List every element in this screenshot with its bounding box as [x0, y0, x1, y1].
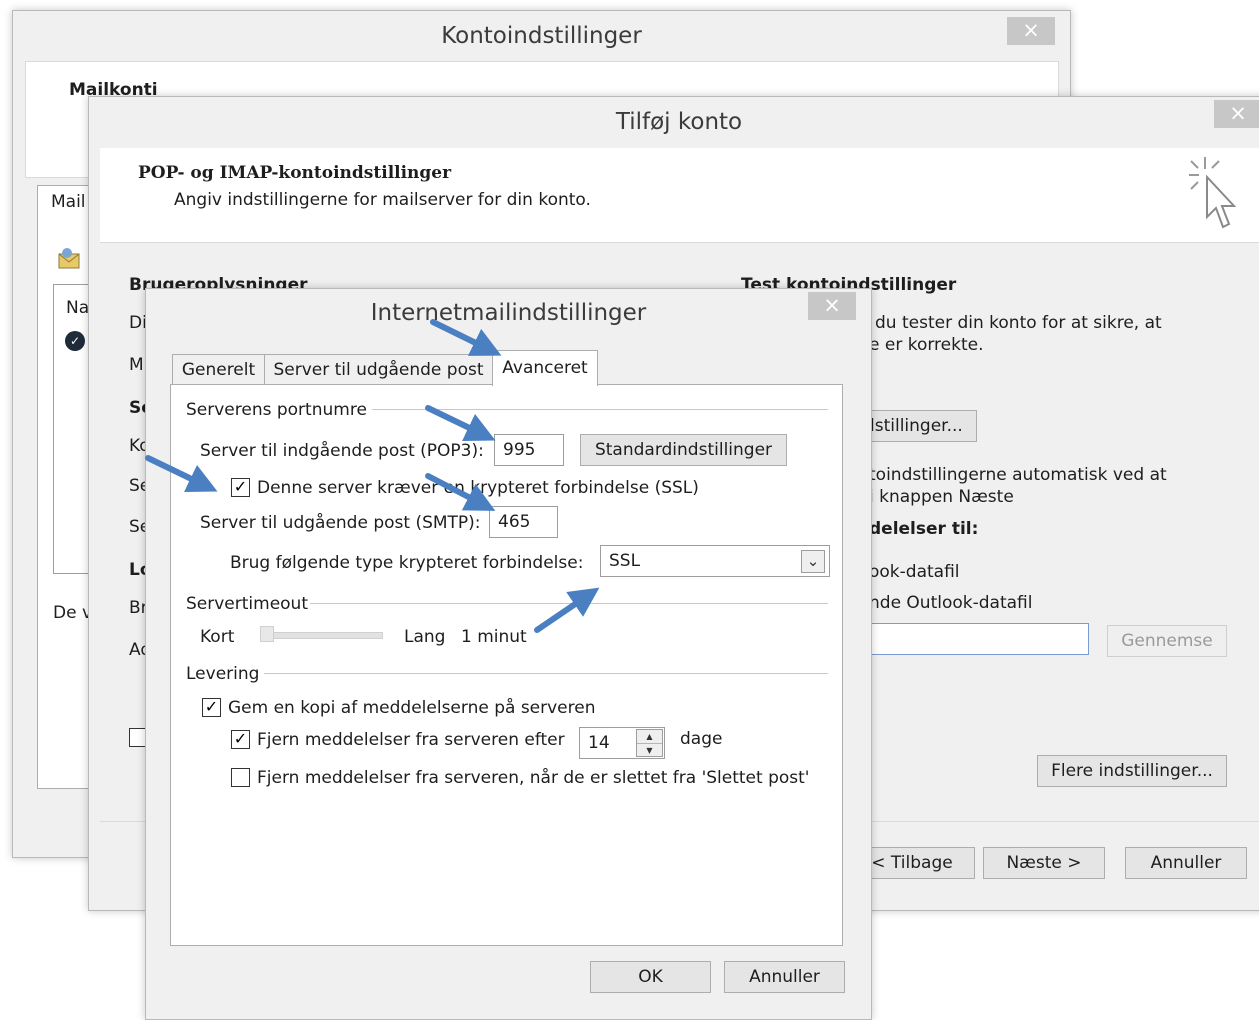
arrow-to-encryption-select-icon [534, 587, 600, 633]
arrow-to-advanced-tab-icon [430, 319, 502, 356]
arrow-to-ssl-checkbox-icon [145, 455, 218, 492]
annotation-arrows [145, 319, 600, 633]
arrow-to-outgoing-port-icon [425, 473, 496, 511]
arrow-to-incoming-port-icon [425, 405, 496, 442]
